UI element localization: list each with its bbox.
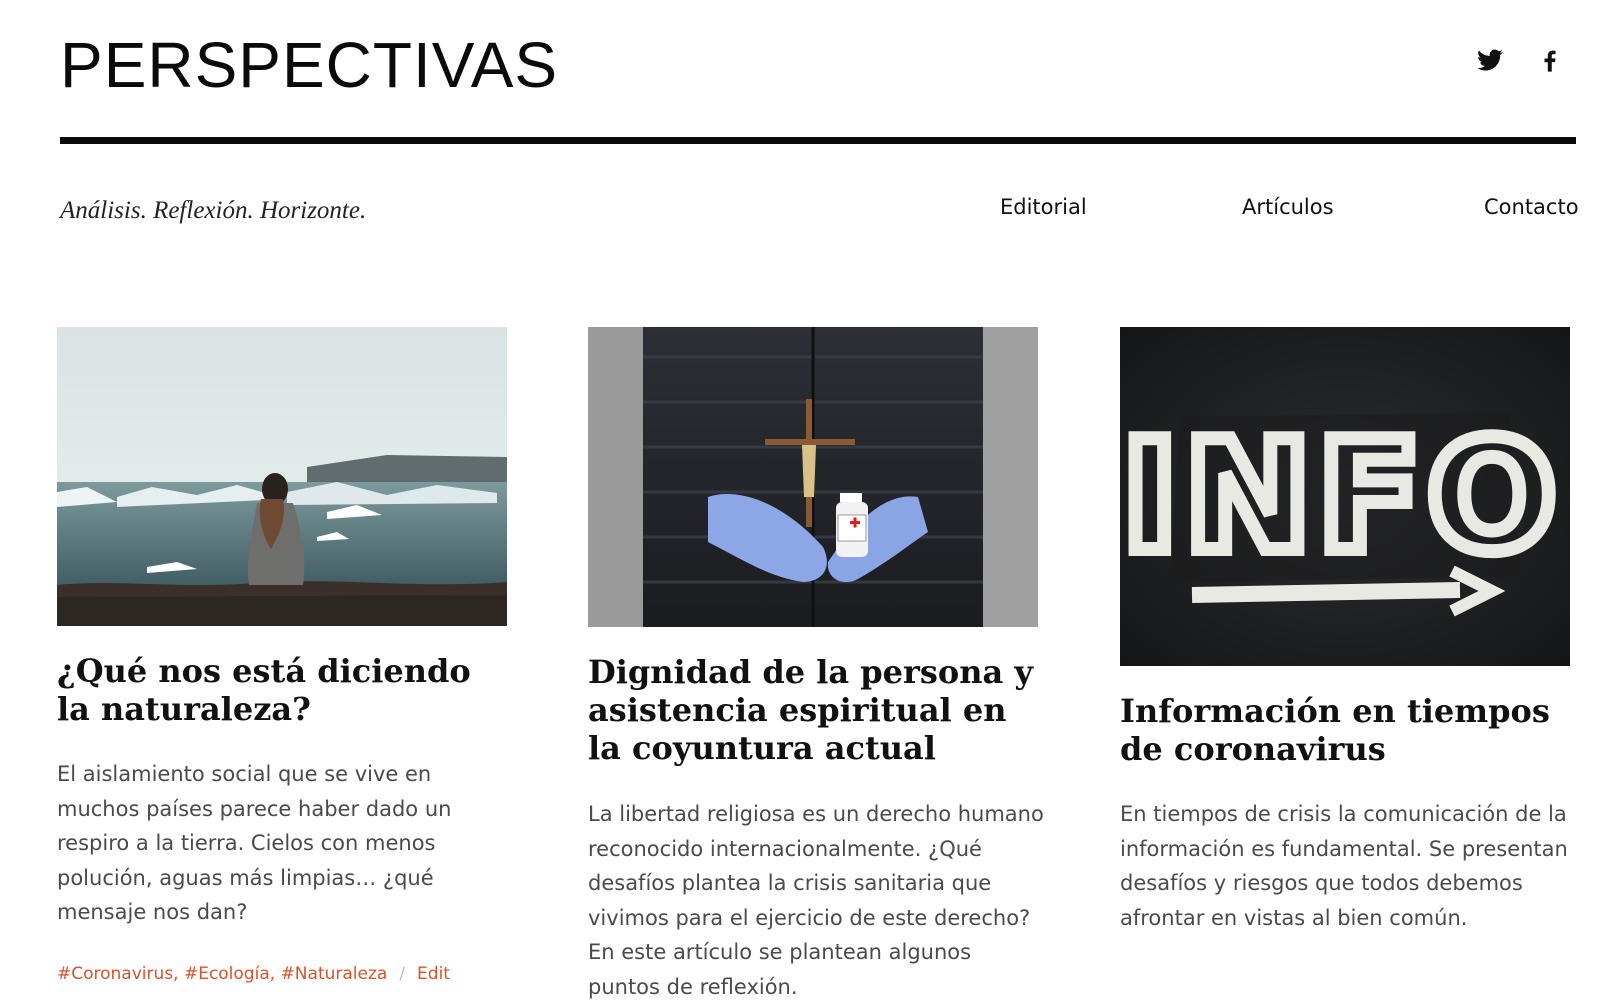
tag-separator: , xyxy=(269,964,281,984)
nav-item-editorial[interactable]: Editorial xyxy=(1000,195,1087,219)
post-thumbnail[interactable] xyxy=(57,327,507,626)
meta-divider: / xyxy=(399,964,406,984)
tag-separator: , xyxy=(173,964,184,984)
header-divider xyxy=(60,137,1576,144)
edit-link[interactable]: Edit xyxy=(417,964,450,984)
post-meta: #Coronavirus, #Ecología, #Naturaleza / Edi… xyxy=(57,964,450,984)
tag-link-coronavirus[interactable]: #Coronavirus xyxy=(57,964,173,984)
post-title[interactable]: Información en tiempos de coronavirus xyxy=(1120,692,1570,768)
post-excerpt: El aislamiento social que se vive en muc… xyxy=(57,762,452,924)
post-title[interactable]: ¿Qué nos está diciendo la naturaleza? xyxy=(57,652,507,728)
twitter-icon[interactable] xyxy=(1476,46,1504,74)
info-graffiti-text: INFO xyxy=(1122,408,1563,585)
post-excerpt: La libertad religiosa es un derecho huma… xyxy=(588,802,1044,999)
post-thumbnail[interactable]: INFO xyxy=(1120,327,1570,666)
nav-item-contacto[interactable]: Contacto xyxy=(1484,195,1579,219)
post-thumbnail[interactable] xyxy=(588,327,1038,627)
post-excerpt: En tiempos de crisis la comunicación de … xyxy=(1120,802,1568,930)
nav-item-articulos[interactable]: Artículos xyxy=(1242,195,1334,219)
post-title[interactable]: Dignidad de la persona y asistencia espi… xyxy=(588,653,1038,767)
tag-link-ecologia[interactable]: #Ecología xyxy=(184,964,270,984)
facebook-icon[interactable] xyxy=(1536,46,1564,74)
site-title[interactable]: PERSPECTIVAS xyxy=(60,28,558,102)
site-tagline: Análisis. Reflexión. Horizonte. xyxy=(60,197,367,224)
tag-link-naturaleza[interactable]: #Naturaleza xyxy=(281,964,388,984)
